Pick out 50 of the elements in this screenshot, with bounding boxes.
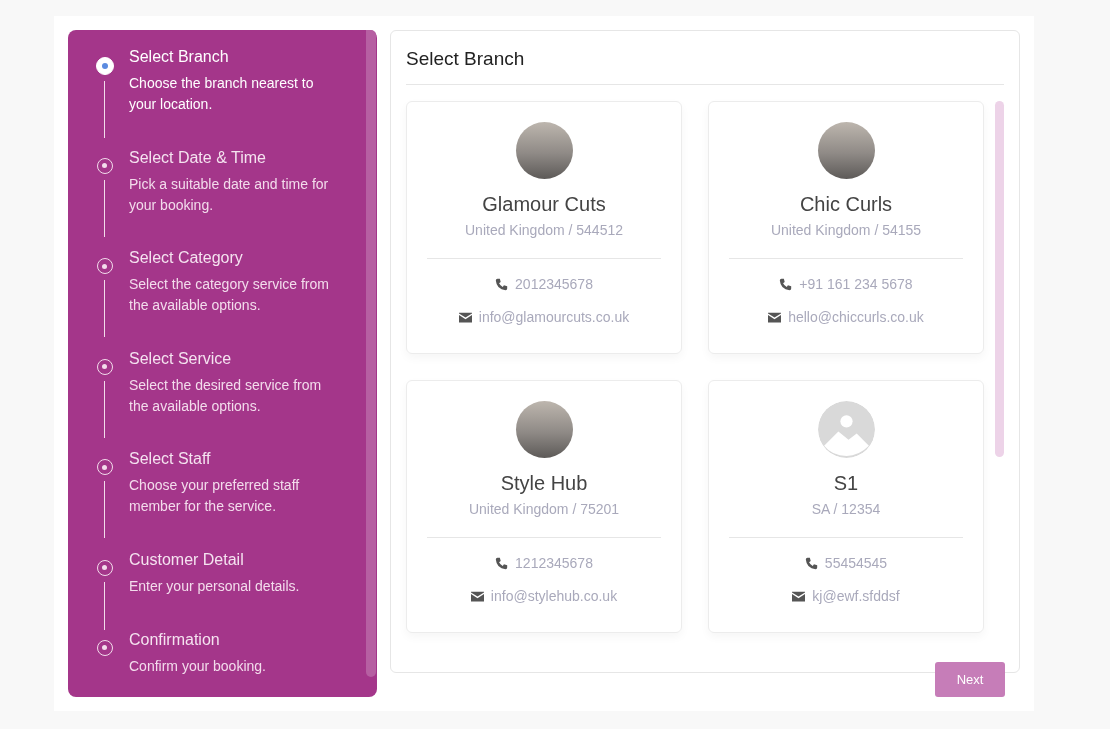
step-description: Select the category service from the available options. — [129, 275, 330, 315]
scrollbar[interactable] — [995, 101, 1004, 457]
step-description: Select the desired service from the available options. — [129, 375, 323, 416]
step-title[interactable]: Select Branch — [129, 47, 366, 67]
branch-card[interactable]: Chic Curls United Kingdom / 54155 +91 161 234 5678 hello@chiccurls.co.uk — [708, 101, 984, 354]
photo-placeholder — [515, 122, 573, 179]
branch-card[interactable]: S1 SA / 12354 55454545 kj@ewf.sfddsf — [708, 380, 984, 633]
photo-placeholder — [515, 401, 573, 458]
photo-placeholder — [817, 122, 875, 179]
branch-location: SA / 12354 — [811, 501, 881, 517]
image-placeholder-icon — [817, 401, 875, 458]
envelope-icon — [458, 310, 472, 324]
branch-card[interactable]: Style Hub United Kingdom / 75201 1212345678 info@stylehub.co.uk — [406, 380, 682, 633]
step-description: Enter your personal details. — [129, 576, 301, 596]
branch-name: Glamour Cuts — [482, 193, 606, 216]
branch-name: S1 — [833, 472, 859, 495]
envelope-icon — [768, 310, 782, 324]
branch-location: United Kingdom / 544512 — [465, 222, 623, 238]
step-description: Choose your preferred staff member for the service. — [129, 476, 301, 516]
branch-location: United Kingdom / 54155 — [770, 222, 922, 238]
step-title[interactable]: Select Service — [129, 348, 366, 369]
email-address: kj@ewf.sfddsf — [812, 588, 900, 604]
envelope-icon — [470, 589, 484, 603]
step-title[interactable]: Select Staff — [129, 449, 366, 469]
email-address: hello@chiccurls.co.uk — [788, 309, 924, 325]
phone-icon — [495, 277, 509, 291]
phone-number: 55454545 — [824, 555, 888, 571]
step-description: Confirm your booking. — [129, 656, 267, 676]
step-title[interactable]: Confirmation — [129, 629, 366, 650]
envelope-icon — [792, 589, 806, 603]
step-description: Pick a suitable date and time for your booking. — [129, 174, 330, 215]
phone-icon — [495, 556, 509, 570]
branch-card[interactable]: Glamour Cuts United Kingdom / 544512 2012345678 info@glamourcuts.co.uk — [406, 101, 682, 354]
phone-icon — [779, 277, 793, 291]
email-address: info@stylehub.co.uk — [490, 588, 618, 604]
phone-icon — [804, 556, 818, 570]
step-title[interactable]: Customer Detail — [129, 549, 366, 570]
phone-number: 1212345678 — [515, 555, 593, 571]
step-title[interactable]: Select Date & Time — [129, 147, 366, 168]
email-address: info@glamourcuts.co.uk — [478, 309, 630, 325]
phone-number: 2012345678 — [515, 276, 593, 292]
branch-name: Chic Curls — [799, 193, 893, 216]
step-description: Choose the branch nearest to your location. — [129, 74, 315, 114]
step-title[interactable]: Select Category — [129, 248, 366, 268]
phone-number: +91 161 234 5678 — [799, 276, 913, 292]
branch-name: Style Hub — [500, 472, 588, 495]
branch-location: United Kingdom / 75201 — [468, 501, 620, 517]
scrollbar[interactable] — [366, 30, 376, 677]
panel-title: Select Branch — [406, 31, 1004, 85]
next-button[interactable]: Next — [935, 662, 1005, 697]
